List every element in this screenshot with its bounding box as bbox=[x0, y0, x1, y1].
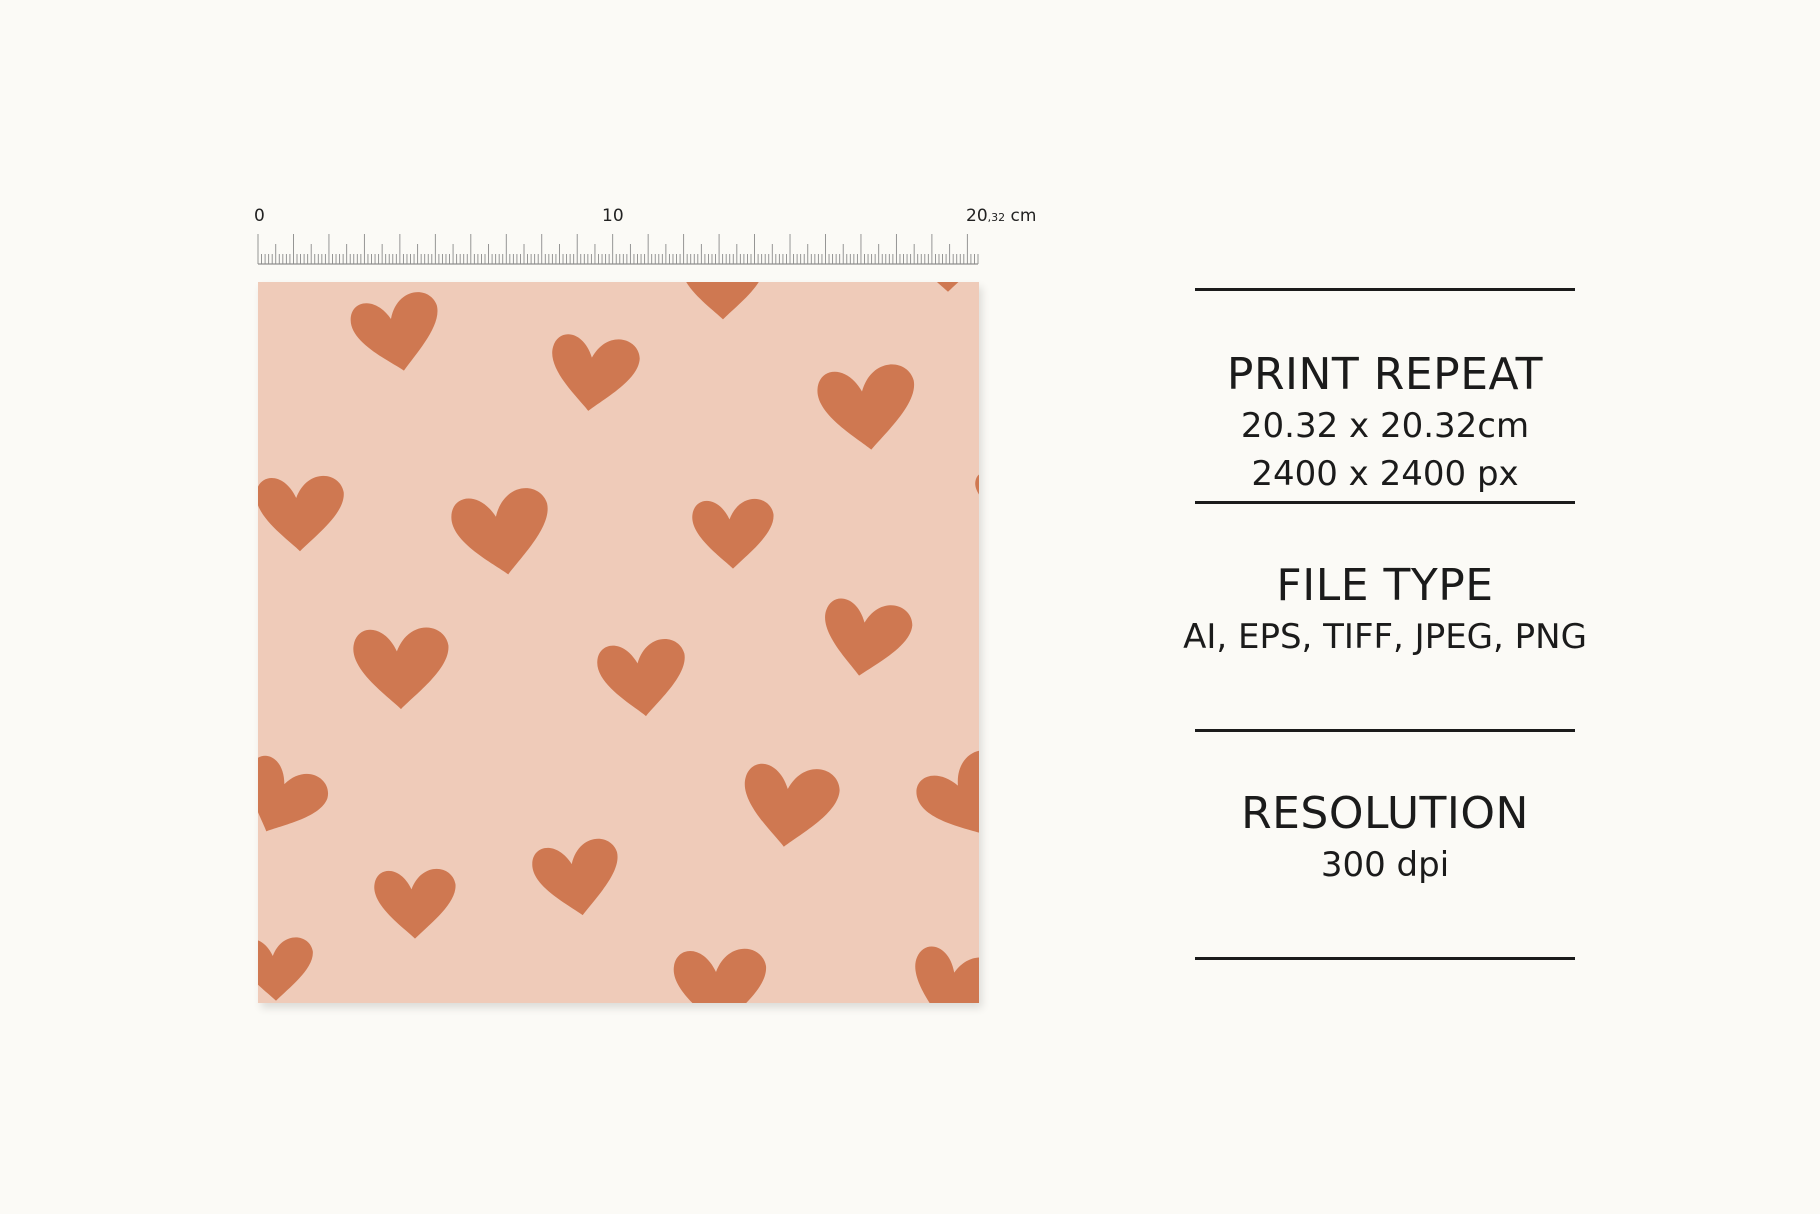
pattern-swatch bbox=[258, 282, 979, 1003]
ruler-label-end-sub: ,32 bbox=[987, 211, 1006, 224]
heart-icon bbox=[686, 282, 759, 320]
heart-icon bbox=[936, 282, 959, 292]
product-preview: 0 10 20,32 cm PRINT REPEAT 20.32 x 20.32… bbox=[0, 0, 1820, 1214]
heart-icon bbox=[692, 498, 774, 569]
ruler-label-mid: 10 bbox=[602, 206, 624, 226]
heart-icon bbox=[353, 627, 449, 710]
print-repeat-title: PRINT REPEAT bbox=[1226, 349, 1544, 400]
heart-icon bbox=[915, 946, 979, 1003]
print-repeat-size-px: 2400 x 2400 px bbox=[1251, 454, 1519, 494]
heart-icon bbox=[258, 475, 344, 552]
heart-icon bbox=[258, 755, 329, 832]
file-type-list: AI, EPS, TIFF, JPEG, PNG bbox=[1183, 617, 1587, 657]
heart-icon bbox=[673, 948, 767, 1003]
resolution-value: 300 dpi bbox=[1320, 845, 1450, 885]
heart-pattern bbox=[258, 282, 979, 1003]
print-repeat-size-cm: 20.32 x 20.32cm bbox=[1240, 406, 1530, 446]
heart-icon bbox=[374, 868, 456, 939]
heart-icon bbox=[532, 838, 618, 916]
ruler-label-start: 0 bbox=[254, 206, 265, 226]
heart-icon bbox=[825, 598, 913, 676]
measurement-ruler: 0 10 20,32 cm bbox=[250, 200, 1036, 270]
resolution-title: RESOLUTION bbox=[1241, 788, 1529, 839]
file-type-section: FILE TYPE AI, EPS, TIFF, JPEG, PNG bbox=[1180, 504, 1590, 729]
ruler-ticks bbox=[257, 234, 979, 265]
resolution-section: RESOLUTION 300 dpi bbox=[1180, 732, 1590, 957]
heart-icon bbox=[451, 488, 548, 575]
ruler-label-end-unit: cm bbox=[1005, 206, 1037, 226]
heart-icon bbox=[597, 639, 685, 717]
print-repeat-section: PRINT REPEAT 20.32 x 20.32cm 2400 x 2400… bbox=[1180, 291, 1590, 501]
heart-icon bbox=[552, 334, 640, 411]
heart-icon bbox=[817, 364, 914, 450]
heart-icon bbox=[258, 937, 313, 1001]
divider-line bbox=[1195, 957, 1575, 960]
specs-panel: PRINT REPEAT 20.32 x 20.32cm 2400 x 2400… bbox=[1180, 288, 1590, 960]
heart-icon bbox=[975, 474, 979, 495]
file-type-title: FILE TYPE bbox=[1276, 560, 1494, 611]
heart-icon bbox=[744, 763, 840, 847]
heart-icon bbox=[350, 292, 438, 371]
heart-icon bbox=[916, 750, 979, 835]
ruler-label-end: 20,32 cm bbox=[966, 206, 1036, 228]
ruler-label-end-main: 20 bbox=[966, 206, 988, 226]
